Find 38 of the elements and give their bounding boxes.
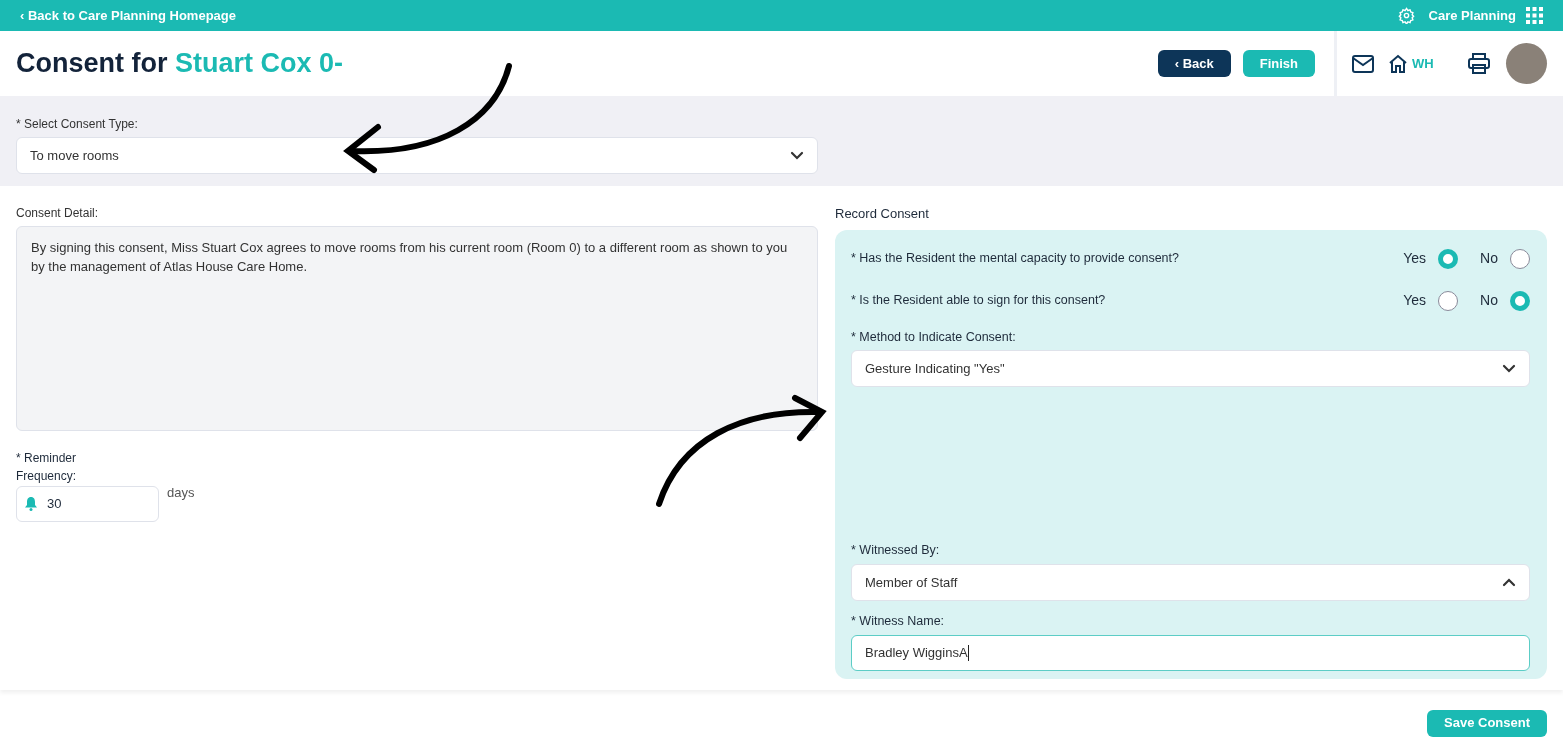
option-label: No <box>1480 249 1498 268</box>
back-button[interactable]: ‹ Back <box>1157 50 1231 77</box>
avatar-photo-placeholder[interactable] <box>1506 43 1547 84</box>
chevron-icon <box>1502 578 1516 587</box>
bell-icon <box>25 497 37 511</box>
method-dropdown[interactable]: Gesture Indicating "Yes" <box>851 350 1530 388</box>
witnessed-by-dropdown[interactable]: Member of Staff <box>851 564 1530 601</box>
page-title: Consent for Stuart Cox 0- <box>16 47 344 81</box>
question-text: * Has the Resident the mental capacity to provide consent? <box>851 250 1180 268</box>
radio-button[interactable] <box>1510 290 1530 311</box>
field-label: Consent Detail: <box>16 205 100 222</box>
field-label: * Witnessed By: <box>851 542 941 560</box>
witness-name-field[interactable]: Bradley WigginsA <box>851 634 1530 671</box>
field-label: * Witness Name: <box>851 613 946 630</box>
option-label: No <box>1480 291 1498 310</box>
field-label: * Reminder Frequency: <box>16 450 78 485</box>
unit-label: days <box>167 484 195 502</box>
option-label: Yes <box>1403 291 1427 310</box>
section-title: Record Consent <box>835 205 930 223</box>
app-name: Care Planning <box>1428 6 1516 25</box>
reminder-frequency-field[interactable]: 30 <box>16 486 159 522</box>
home-icon[interactable] <box>1388 54 1408 73</box>
radio-button[interactable] <box>1438 248 1459 269</box>
chevron-icon <box>790 151 804 160</box>
radio-button[interactable] <box>1438 290 1459 311</box>
apps-grid-icon[interactable] <box>1526 7 1543 24</box>
home-label: WH <box>1412 54 1434 73</box>
field-label: * Select Consent Type: <box>16 116 139 133</box>
field-label: * Method to Indicate Consent: <box>851 328 1017 346</box>
settings-icon[interactable] <box>1397 7 1415 24</box>
mail-icon[interactable] <box>1352 54 1374 73</box>
chevron-icon <box>1502 364 1516 374</box>
radio-button[interactable] <box>1510 248 1530 269</box>
printer-icon[interactable] <box>1468 53 1490 74</box>
question-text: * Is the Resident able to sign for this consent? <box>851 292 1107 310</box>
consent-detail-box: By signing this consent, Miss Stuart Cox agrees to move rooms from his current room (Room 0) to a different room as shown to you by the management of Atlas House Care Home. <box>16 226 818 431</box>
consent-type-dropdown[interactable]: To move rooms <box>16 137 818 174</box>
option-label: Yes <box>1403 249 1427 268</box>
